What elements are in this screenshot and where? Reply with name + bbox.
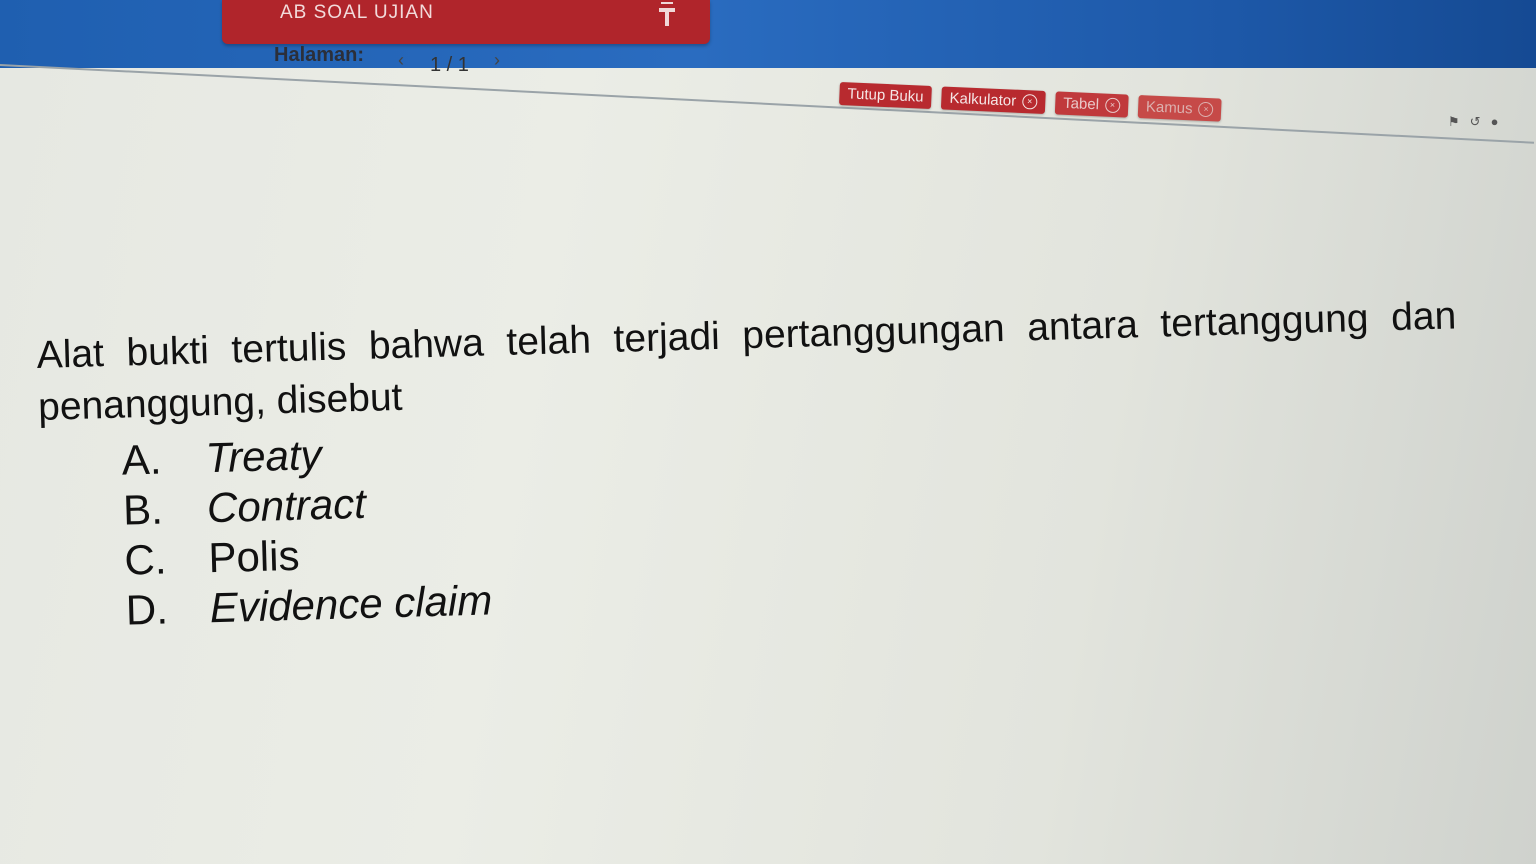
option-letter: A. <box>121 435 162 484</box>
question-area: Alat bukti tertulis bahwa telah terjadi … <box>36 290 1464 638</box>
flag-icon[interactable]: ⚑ <box>1448 114 1460 130</box>
close-circle-icon: × <box>1104 97 1121 114</box>
chevron-right-icon[interactable]: › <box>494 51 510 69</box>
page-label: Halaman: <box>274 44 365 66</box>
option-text: Treaty <box>204 431 323 482</box>
dot-icon[interactable]: ● <box>1491 114 1499 130</box>
calculator-button[interactable]: Kalkulator × <box>941 86 1046 114</box>
option-letter: C. <box>123 535 168 584</box>
option-letter: B. <box>122 485 164 534</box>
refresh-icon[interactable]: ↺ <box>1470 114 1481 130</box>
answer-options: A. Treaty B. Contract C. Polis D. Eviden… <box>121 398 1464 635</box>
close-circle-icon: × <box>1198 101 1214 118</box>
dictionary-button[interactable]: Kamus × <box>1137 95 1223 122</box>
page-indicator: 1 / 1 <box>430 54 469 76</box>
pager-row: Halaman: ‹ 1 / 1 › <box>0 38 1536 78</box>
dictionary-label: Kamus <box>1145 98 1193 118</box>
option-letter: D. <box>125 585 169 634</box>
option-text: Evidence claim <box>209 576 493 632</box>
calculator-label: Kalkulator <box>949 89 1017 110</box>
option-text: Contract <box>206 479 367 532</box>
close-book-label: Tutup Buku <box>847 85 924 106</box>
option-text: Polis <box>207 531 301 582</box>
chevron-left-icon[interactable]: ‹ <box>398 51 414 69</box>
close-circle-icon: × <box>1021 93 1038 110</box>
pin-icon[interactable] <box>655 2 679 28</box>
table-button[interactable]: Tabel × <box>1054 91 1129 118</box>
exam-title: AB SOAL UJIAN <box>280 2 434 23</box>
mini-icon-group: ⚑ ↺ ● <box>1448 114 1498 130</box>
table-label: Tabel <box>1062 94 1100 114</box>
close-book-button[interactable]: Tutup Buku <box>838 82 933 109</box>
